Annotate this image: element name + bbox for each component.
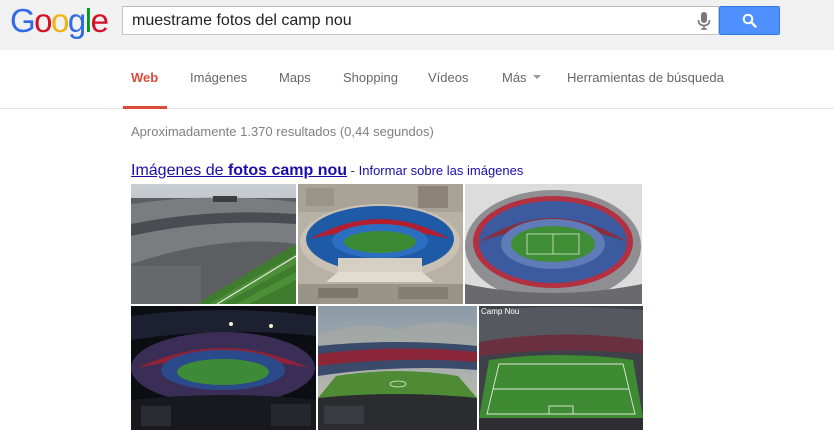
images-link-prefix: Imágenes de [131, 162, 228, 179]
tab-maps[interactable]: Maps [279, 70, 311, 85]
logo-letter: o [51, 2, 69, 39]
search-tabs: Web Imágenes Maps Shopping Vídeos Más He… [0, 50, 834, 109]
tab-videos[interactable]: Vídeos [428, 70, 468, 85]
images-header: Imágenes de fotos camp nou - Informar so… [131, 162, 523, 180]
stadium-photo[interactable] [131, 184, 296, 304]
stadium-sunset-photo[interactable] [318, 306, 477, 430]
tab-more-label: Más [502, 70, 527, 85]
report-images-link[interactable]: Informar sobre las imágenes [359, 163, 524, 178]
images-link-query: fotos camp nou [227, 162, 348, 179]
stadium-wide-photo[interactable]: Camp Nou [479, 306, 643, 430]
search-icon [742, 13, 757, 28]
search-box [122, 6, 719, 35]
stadium-overview-photo[interactable] [465, 184, 642, 304]
active-tab-indicator [123, 106, 167, 109]
chevron-down-icon [532, 74, 541, 79]
tab-web[interactable]: Web [131, 70, 158, 85]
tab-more[interactable]: Más [502, 70, 541, 85]
result-stats: Aproximadamente 1.370 resultados (0,44 s… [131, 124, 434, 139]
tab-images[interactable]: Imágenes [190, 70, 247, 85]
logo-letter: G [10, 2, 36, 39]
header-bar: Google [0, 0, 834, 50]
tab-shopping[interactable]: Shopping [343, 70, 398, 85]
microphone-icon[interactable] [697, 12, 711, 30]
logo-letter: g [67, 2, 86, 39]
thumbnail-caption: Camp Nou [481, 307, 520, 316]
search-input[interactable] [132, 11, 692, 31]
stadium-aerial-photo[interactable] [298, 184, 463, 304]
search-button[interactable] [719, 6, 780, 35]
logo-letter: o [34, 2, 52, 39]
stadium-night-photo[interactable] [131, 306, 316, 430]
images-results-link[interactable]: Imágenes de fotos camp nou [131, 162, 347, 179]
tab-search-tools[interactable]: Herramientas de búsqueda [567, 70, 724, 85]
google-logo[interactable]: Google [10, 2, 109, 39]
separator: - [347, 163, 359, 178]
logo-letter: e [90, 2, 109, 39]
